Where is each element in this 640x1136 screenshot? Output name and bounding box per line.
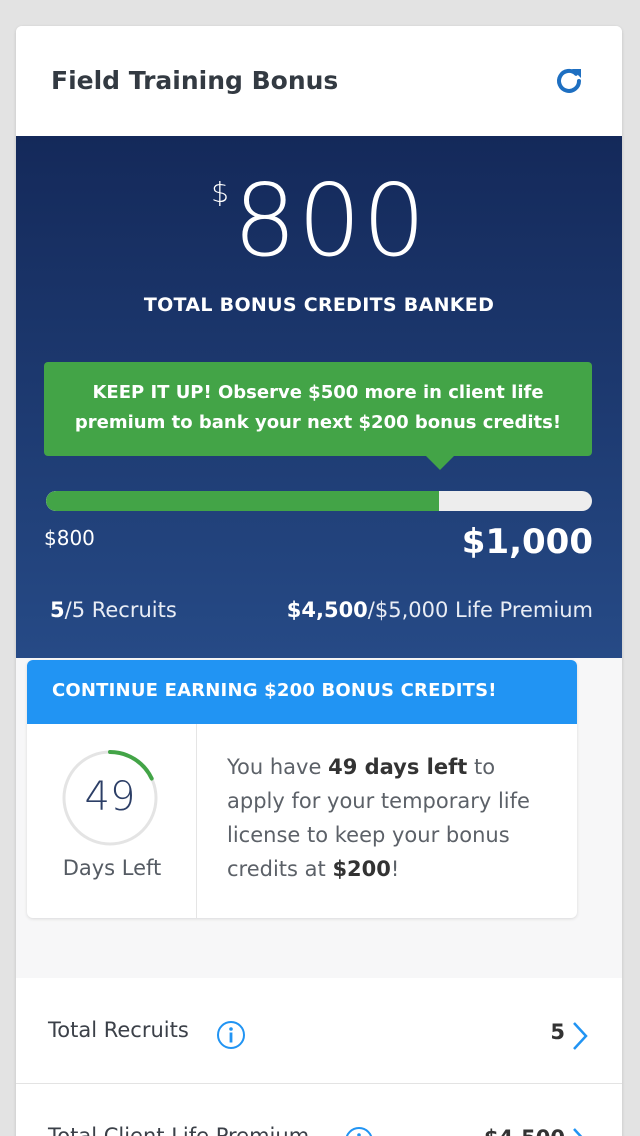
currency-symbol: $ [211,176,229,209]
tip-pointer [426,456,454,470]
row-value: 5 [550,1020,565,1044]
continue-earning-card: CONTINUE EARNING $200 BONUS CREDITS! 49 … [27,660,577,918]
info-icon[interactable] [344,1126,374,1136]
premium-status: $4,500/$5,000 Life Premium [287,598,593,622]
info-icon[interactable] [216,1020,246,1050]
premium-total: /$5,000 Life Premium [367,598,593,622]
progress-fill [46,491,440,511]
progress-max: $1,000 [461,522,593,562]
chevron-right-icon [573,1022,588,1050]
earning-message: You have 49 days left to apply for your … [227,750,557,886]
progress-min: $800 [44,526,95,550]
msg-part: You have [227,755,329,779]
chevron-right-icon [573,1128,583,1136]
tip-line-2: premium to bank your next $200 bonus cre… [74,412,562,433]
days-left-panel: 49 Days Left [27,724,197,918]
refresh-icon[interactable] [552,64,586,98]
bonus-card: Field Training Bonus $800 TOTAL BONUS CR… [16,26,622,1136]
amount-value: 800 [232,162,427,279]
row-total-client-life-premium[interactable]: Total Client Life Premium $4,500 [16,1084,622,1136]
msg-days: 49 days left [328,755,468,779]
earning-header: CONTINUE EARNING $200 BONUS CREDITS! [27,660,577,724]
recruits-count: 5 [50,598,65,622]
row-label: Total Recruits [48,1018,189,1042]
tip-banner: KEEP IT UP! Observe $500 more in client … [44,362,592,456]
card-header: Field Training Bonus [16,26,622,136]
banked-amount: $800 [16,166,622,276]
row-total-recruits[interactable]: Total Recruits 5 [16,978,622,1084]
recruits-status: 5/5 Recruits [50,598,177,622]
tip-line-1: KEEP IT UP! Observe $500 more in client … [92,382,544,403]
progress-bar [46,491,592,511]
msg-part: ! [390,857,400,881]
row-value: $4,500 [484,1126,565,1136]
days-left-number: 49 [84,774,136,820]
msg-amount: $200 [332,857,391,881]
page-title: Field Training Bonus [51,66,339,95]
premium-current: $4,500 [286,598,368,622]
row-label: Total Client Life Premium [48,1124,310,1136]
amount-label: TOTAL BONUS CREDITS BANKED [143,294,495,316]
bonus-summary: $800 TOTAL BONUS CREDITS BANKED KEEP IT … [16,136,622,658]
days-left-label: Days Left [62,856,162,880]
recruits-total: /5 Recruits [64,598,177,622]
